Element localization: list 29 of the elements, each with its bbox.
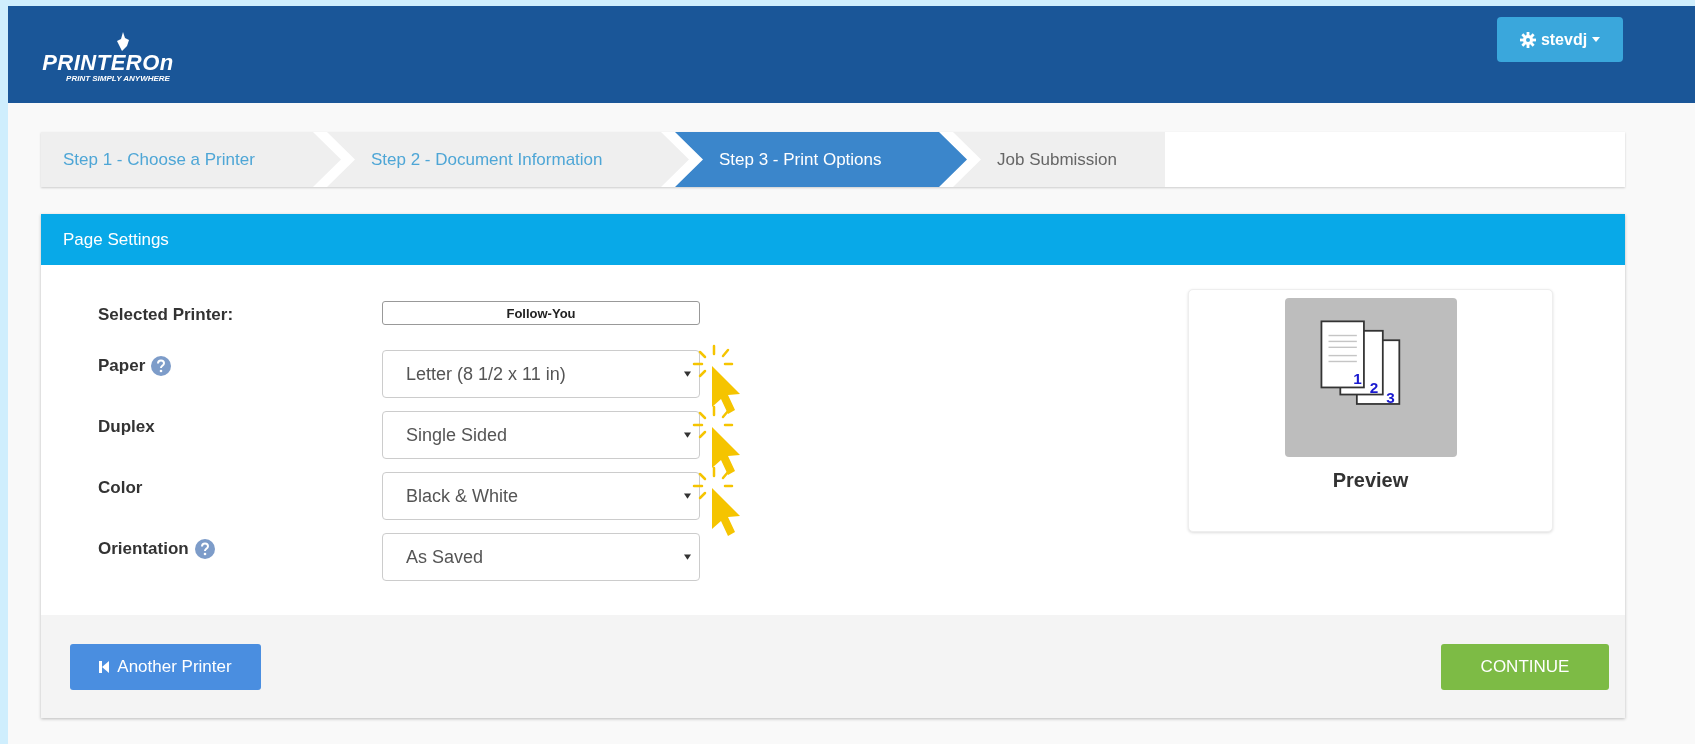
field-label: Selected Printer: — [98, 304, 235, 325]
dropdown-arrow-icon — [684, 371, 691, 377]
step-tab[interactable]: Job Submission — [953, 132, 1165, 187]
caret-icon — [1592, 37, 1601, 42]
another-printer-button[interactable]: Another Printer — [70, 643, 261, 690]
dropdown[interactable]: Black & White — [382, 472, 700, 520]
panel-title: Page Settings — [41, 214, 1625, 265]
logo-text: PRINTEROn — [42, 52, 174, 74]
preview-card[interactable]: 1 2 3 Preview — [1188, 289, 1553, 532]
field-label: Duplex — [98, 417, 155, 437]
user-menu-button[interactable]: stevdj — [1497, 17, 1623, 62]
dropdown[interactable]: Letter (8 1/2 x 11 in) — [382, 350, 700, 398]
leaf-icon — [116, 32, 130, 52]
field-label: Orientation — [98, 539, 189, 559]
dropdown[interactable]: Single Sided — [382, 411, 700, 459]
printer-name-field: Follow-You — [382, 301, 700, 325]
field-label: Color — [98, 478, 143, 498]
step-tab[interactable]: Step 3 - Print Options — [675, 132, 967, 187]
gear-icon — [1519, 31, 1536, 48]
help-icon[interactable] — [194, 539, 215, 559]
help-icon[interactable] — [151, 356, 172, 376]
dropdown-arrow-icon — [684, 432, 691, 438]
dropdown-arrow-icon — [684, 493, 691, 499]
dropdown[interactable]: As Saved — [382, 533, 700, 581]
field-label: Paper — [98, 356, 146, 376]
dropdown-arrow-icon — [684, 554, 691, 560]
logo-tagline: PRINT SIMPLY ANYWHERE — [66, 74, 170, 83]
preview-label: Preview — [1332, 469, 1409, 492]
skip-back-icon — [99, 660, 110, 673]
